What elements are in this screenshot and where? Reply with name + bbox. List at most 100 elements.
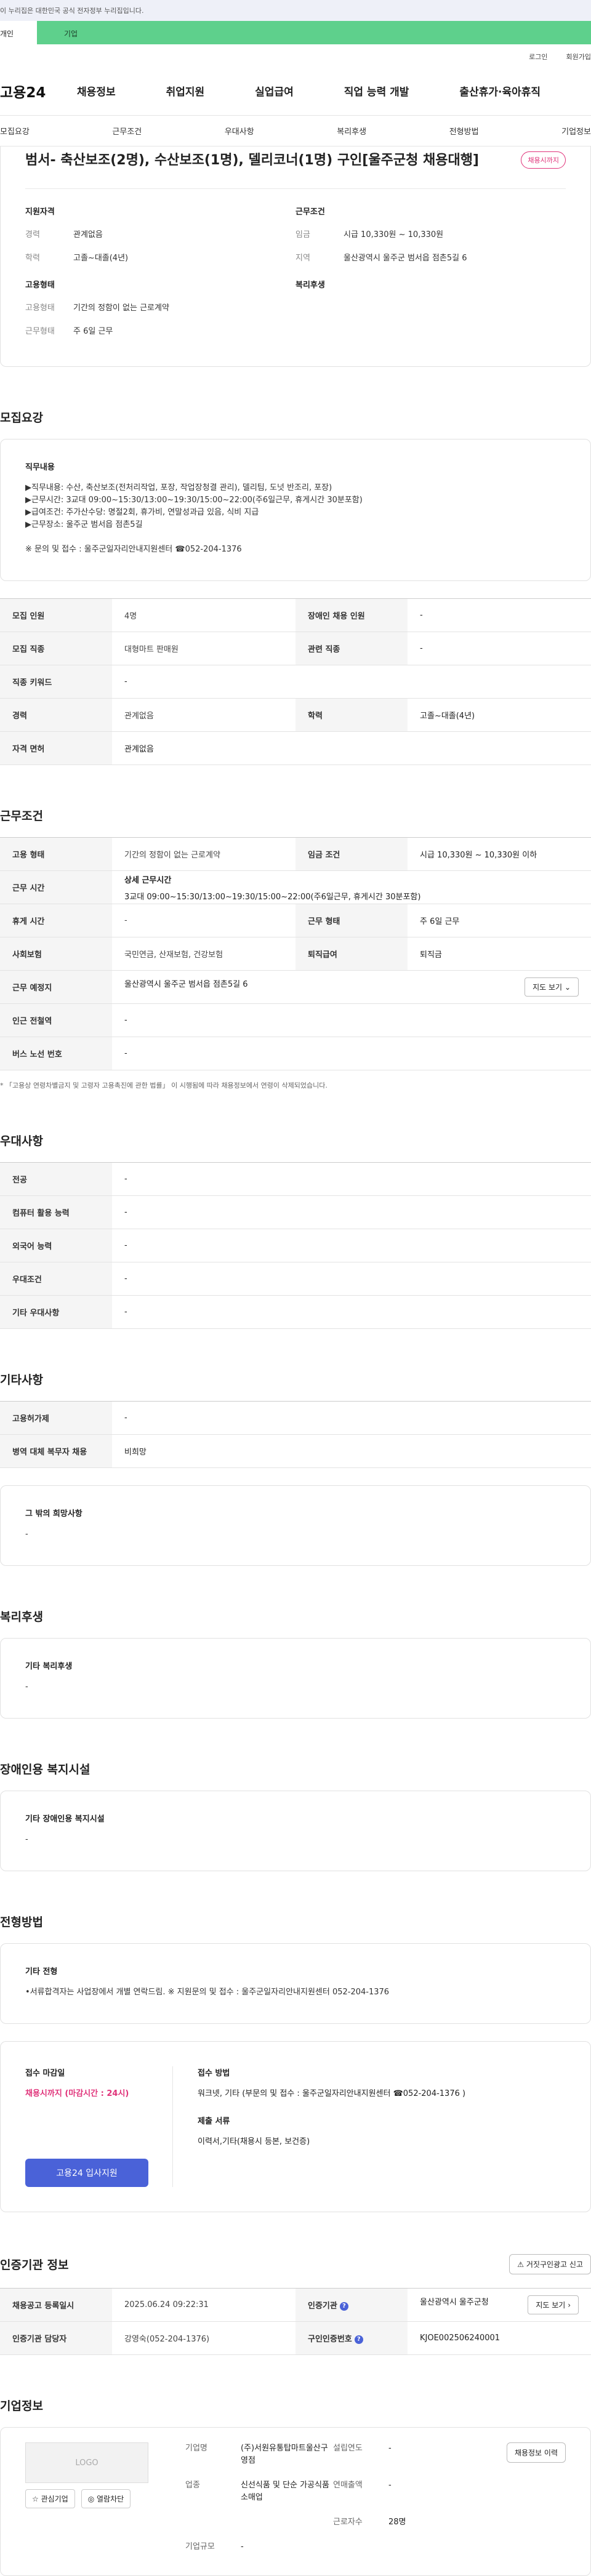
- td: -: [112, 1162, 591, 1196]
- gnb-vocational-training[interactable]: 직업 능력 개발: [344, 83, 409, 98]
- anchor-welfare[interactable]: 복리후생: [337, 125, 366, 137]
- th: 경력: [0, 698, 112, 732]
- th: 우대조건: [0, 1262, 112, 1296]
- cond-wage: 임금 시급 10,330원 ~ 10,330원: [296, 229, 566, 241]
- anchor-process[interactable]: 전형방법: [449, 125, 479, 137]
- anchor-company[interactable]: 기업정보: [561, 125, 591, 137]
- kv-key: 근무형태: [25, 327, 55, 336]
- job-title: 범서- 축산보조(2명), 수산보조(1명), 델리코너(1명) 구인[울주군청…: [25, 153, 479, 168]
- section-disabled-title: 장애인용 복지시설: [0, 1763, 90, 1776]
- kv-value: 주 6일 근무: [73, 327, 113, 336]
- company-logo-area: LOGO ☆ 관심기업 ◎ 열람차단: [25, 2442, 148, 2553]
- kv-value: 고졸~대졸(4년): [73, 254, 129, 263]
- th: 병역 대체 복무자 채용: [0, 1434, 112, 1468]
- th: 컴퓨터 활용 능력: [0, 1195, 112, 1229]
- recruit-table: 모집 인원 4명 장애인 채용 인원 - 모집 직종 대형마트 판매원 관련 직종 - 직종…: [0, 598, 591, 765]
- anchor-work[interactable]: 근무조건: [112, 125, 142, 137]
- section-work-title: 근무조건: [0, 809, 43, 823]
- agency-header: 인증기관 정보 ⚠ 거짓구인광고 신고: [0, 2254, 591, 2274]
- table-row: 버스 노선 번호 -: [0, 1037, 591, 1070]
- site-logo[interactable]: 고용24: [0, 81, 77, 102]
- util-links: 로그인 회원가입: [0, 44, 591, 66]
- gnb-jobs[interactable]: 채용정보: [77, 83, 116, 98]
- section-etc-title: 기타사항: [0, 1373, 43, 1387]
- welfare-title: 복리후생: [296, 281, 325, 290]
- anchor-recruit[interactable]: 모집요강: [0, 125, 30, 137]
- work-table: 고용 형태 기간의 정함이 없는 근로계약 임금 조건 시급 10,330원 ~ 10…: [0, 837, 591, 1070]
- duty-box-text: ▶직무내용: 수산, 축산보조(전처리작업, 포장, 작업장청결 관리), 델리…: [25, 483, 363, 554]
- gnb-employment-support[interactable]: 취업지원: [166, 83, 205, 98]
- docs-label: 제출 서류: [198, 2117, 230, 2126]
- kv-key: 학력: [25, 254, 40, 263]
- field-key: 연매출액: [333, 2481, 363, 2490]
- top-tabs: 개인 기업: [0, 21, 591, 44]
- th: 근무 시간: [0, 870, 112, 904]
- report-fake-ad-button[interactable]: ⚠ 거짓구인광고 신고: [509, 2254, 591, 2274]
- summary-grid: 지원자격 경력 관계없음 학력 고졸~대졸(4년) 고용형태 고용형태 기간의 정함이…: [25, 205, 566, 349]
- agency-map-button[interactable]: 지도 보기 ›: [528, 2295, 579, 2314]
- table-row: 휴게 시간 - 근무 형태 주 6일 근무: [0, 904, 591, 937]
- apply-right: 접수 방법 워크넷, 기타 (부문의 및 접수 : 울주군일자리안내지원센터 ☎…: [173, 2066, 566, 2187]
- th: 관련 직종: [296, 632, 408, 665]
- section-welfare-title: 복리후생: [0, 1610, 43, 1624]
- welfare-box-text: -: [25, 1682, 28, 1691]
- td: 4명: [112, 598, 296, 632]
- th: 버스 노선 번호: [0, 1037, 112, 1070]
- welfare-box-title: 기타 복리후생: [25, 1662, 73, 1671]
- table-row: 병역 대체 복무자 채용 비희망: [0, 1434, 591, 1468]
- table-row: 외국어 능력 -: [0, 1229, 591, 1262]
- kv-key: 임금: [296, 230, 310, 239]
- td: 관계없음: [112, 698, 296, 732]
- apply-button[interactable]: 고용24 입사지원: [25, 2159, 148, 2187]
- td: -: [112, 1229, 591, 1262]
- tab-company[interactable]: 기업: [37, 21, 591, 44]
- td: -: [112, 1003, 591, 1037]
- gnb-unemployment-benefit[interactable]: 실업급여: [255, 83, 294, 98]
- history-button[interactable]: 채용정보 이력: [506, 2442, 566, 2463]
- section-pref-title: 우대사항: [0, 1134, 43, 1148]
- qual-career: 경력 관계없음: [25, 229, 296, 241]
- td: -: [112, 1037, 591, 1070]
- th: 자격 면허: [0, 731, 112, 765]
- favorite-company-button[interactable]: ☆ 관심기업: [25, 2489, 75, 2508]
- emp-type: 고용형태 기간의 정함이 없는 근로계약: [25, 302, 296, 315]
- tab-personal[interactable]: 개인: [0, 21, 37, 44]
- global-nav: 고용24 채용정보 취업지원 실업급여 직업 능력 개발 출산휴가·육아휴직: [0, 66, 591, 116]
- section-agency-title: 인증기관 정보: [0, 2258, 69, 2272]
- th: 구인인증번호?: [296, 2321, 408, 2355]
- td: -: [112, 665, 591, 699]
- table-row: 기타 우대사항 -: [0, 1295, 591, 1329]
- field-key: 기업규모: [185, 2542, 215, 2551]
- method-value: 워크넷, 기타 (부문의 및 접수 : 울주군일자리안내지원센터 ☎052-20…: [198, 2089, 466, 2098]
- anchor-nav: 모집요강 근무조건 우대사항 복리후생 전형방법 기업정보: [0, 116, 591, 146]
- table-row: 컴퓨터 활용 능력 -: [0, 1195, 591, 1229]
- info-icon[interactable]: ?: [339, 2301, 348, 2311]
- info-icon[interactable]: ?: [354, 2335, 363, 2344]
- anchor-pref[interactable]: 우대사항: [225, 125, 254, 137]
- login-link[interactable]: 로그인: [529, 53, 547, 61]
- field-value: -: [388, 2481, 392, 2490]
- etc-box-text: -: [25, 1530, 28, 1539]
- section-company-title: 기업정보: [0, 2399, 43, 2413]
- table-row: 모집 인원 4명 장애인 채용 인원 -: [0, 598, 591, 632]
- block-company-button[interactable]: ◎ 열람차단: [81, 2489, 131, 2508]
- duty-box: 직무내용 ▶직무내용: 수산, 축산보조(전처리작업, 포장, 작업장청결 관리…: [0, 439, 591, 581]
- etc-box-title: 그 밖의 희망사항: [25, 1509, 82, 1519]
- map-button[interactable]: 지도 보기 ⌄: [525, 977, 579, 997]
- td: -: [112, 1262, 591, 1296]
- td: 국민연금, 산재보험, 건강보험: [112, 937, 296, 971]
- company-card: LOGO ☆ 관심기업 ◎ 열람차단 기업명 (주)서원유통탑마트울산구영점 설립…: [0, 2427, 591, 2576]
- td: 시급 10,330원 ~ 10,330원 이하: [408, 837, 591, 871]
- company-fields: 기업명 (주)서원유통탑마트울산구영점 설립연도 - 업종 신선식품 및 단순 가공식…: [185, 2442, 481, 2553]
- org-value: 울산광역시 울주군청: [420, 2298, 489, 2307]
- th: 기타 우대사항: [0, 1295, 112, 1329]
- field-value: 28명: [388, 2518, 406, 2527]
- emp-form: 근무형태 주 6일 근무: [25, 326, 296, 338]
- divider: [25, 188, 566, 189]
- td: -: [112, 904, 296, 937]
- gnb-parental-leave[interactable]: 출산휴가·육아휴직: [459, 83, 541, 98]
- etc-table: 고용허가제 - 병역 대체 복무자 채용 비희망: [0, 1401, 591, 1468]
- signup-link[interactable]: 회원가입: [566, 53, 591, 61]
- kv-value: 시급 10,330원 ~ 10,330원: [344, 230, 444, 239]
- th: 근무 예정지: [0, 970, 112, 1004]
